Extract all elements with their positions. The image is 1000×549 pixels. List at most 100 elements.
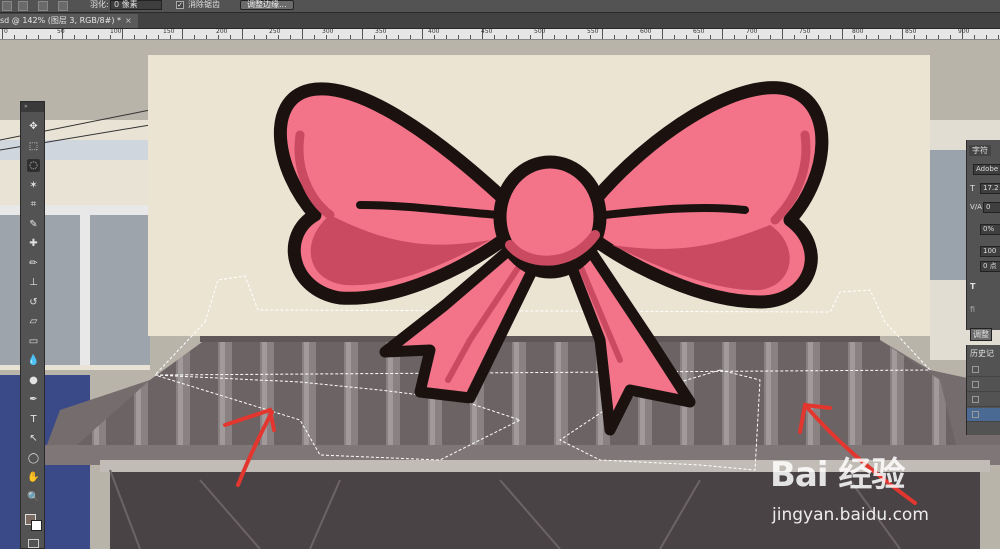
ruler-label: 650 <box>693 29 705 35</box>
ruler-tick <box>794 35 795 39</box>
horizontal-ruler: 0 50 100 150 200 250 300 350 400 450 500 550 600 650 7… <box>0 29 1000 40</box>
ruler-label: 600 <box>640 29 652 35</box>
ruler-tick <box>38 35 39 39</box>
subtract-selection-icon[interactable] <box>38 1 48 11</box>
ruler-tick <box>566 35 567 39</box>
ruler-tick <box>314 35 315 39</box>
history-row-selected[interactable] <box>967 408 1000 422</box>
history-row[interactable] <box>967 378 1000 392</box>
type-icon[interactable]: T <box>27 413 40 426</box>
ruler-tick <box>326 35 327 39</box>
close-tab-icon[interactable]: × <box>125 16 132 25</box>
ruler-tick <box>746 35 747 39</box>
tools-panel: » ✥ ⬚ ◌ ✶ ⌗ ✎ ✚ ✏ ⊥ ↺ ▱ ▭ 💧 ● ✒ T ↖ ◯ ✋ 🔍 <box>20 101 45 549</box>
background-color-swatch[interactable] <box>31 520 42 531</box>
ruler-tick <box>950 35 951 39</box>
tracking-input[interactable]: 0 <box>983 202 1000 213</box>
ruler-label: 550 <box>587 29 599 35</box>
percent-input[interactable]: 0% <box>980 224 1000 235</box>
ruler-tick <box>914 35 915 39</box>
move-icon[interactable]: ✥ <box>27 120 40 133</box>
scale-input[interactable]: 100 <box>980 246 1000 257</box>
ruler-tick <box>218 35 219 39</box>
ruler-tick <box>122 29 123 39</box>
add-selection-icon[interactable] <box>18 1 28 11</box>
ruler-tick <box>782 29 783 39</box>
hand-icon[interactable]: ✋ <box>27 471 40 484</box>
ruler-tick <box>626 35 627 39</box>
font-size-icon: T <box>970 184 975 193</box>
ligature-button[interactable]: fi <box>970 305 975 314</box>
ruler-tick <box>770 35 771 39</box>
faux-bold-button[interactable]: T <box>970 282 975 291</box>
ruler-tick <box>398 35 399 39</box>
lasso-icon[interactable]: ◌ <box>27 159 40 172</box>
tracking-icon: V/A <box>970 203 982 211</box>
ruler-tick <box>494 35 495 39</box>
adjust-button[interactable]: 调整 <box>970 328 992 341</box>
ruler-tick <box>134 35 135 39</box>
ruler-tick <box>50 35 51 39</box>
feather-input[interactable]: 0 像素 <box>110 0 162 10</box>
ruler-tick <box>98 35 99 39</box>
ruler-tick <box>878 35 879 39</box>
history-brush-icon[interactable]: ↺ <box>27 296 40 309</box>
ruler-tick <box>302 29 303 39</box>
eraser-icon[interactable]: ▱ <box>27 315 40 328</box>
font-size-input[interactable]: 17.2 <box>980 183 1000 194</box>
ruler-tick <box>758 35 759 39</box>
eyedropper-icon[interactable]: ✎ <box>27 218 40 231</box>
ruler-tick <box>530 35 531 39</box>
ruler-label: 800 <box>852 29 864 35</box>
tools-panel-header[interactable]: » <box>21 102 44 112</box>
ruler-tick <box>14 35 15 39</box>
quick-mask-icon[interactable] <box>28 539 39 548</box>
ruler-label: 150 <box>163 29 175 35</box>
shape-icon[interactable]: ◯ <box>27 452 40 465</box>
ruler-tick <box>890 35 891 39</box>
pen-icon[interactable]: ✒ <box>27 393 40 406</box>
ruler-tick <box>974 35 975 39</box>
options-bar: 羽化: 0 像素 ✓ 消除锯齿 调整边缘... <box>0 0 1000 13</box>
crop-icon[interactable]: ⌗ <box>27 198 40 211</box>
refine-edge-button[interactable]: 调整边缘... <box>240 0 294 10</box>
new-selection-icon[interactable] <box>2 1 12 11</box>
history-row[interactable] <box>967 393 1000 407</box>
ruler-tick <box>854 35 855 39</box>
healing-brush-icon[interactable]: ✚ <box>27 237 40 250</box>
gradient-icon[interactable]: ▭ <box>27 335 40 348</box>
ruler-tick <box>578 35 579 39</box>
path-select-icon[interactable]: ↖ <box>27 432 40 445</box>
ruler-tick <box>590 35 591 39</box>
marquee-icon[interactable]: ⬚ <box>27 140 40 153</box>
watermark-brand: Bai 经验 <box>770 455 905 495</box>
zoom-icon[interactable]: 🔍 <box>27 491 40 504</box>
ruler-tick <box>734 35 735 39</box>
font-family-input[interactable]: Adobe <box>973 164 1000 175</box>
document-tab[interactable]: sd @ 142% (图层 3, RGB/8#) * × <box>0 14 138 28</box>
character-tab[interactable]: 字符 <box>969 145 991 156</box>
dodge-icon[interactable]: ● <box>27 374 40 387</box>
baseline-input[interactable]: 0 点 <box>980 261 1000 272</box>
ruler-tick <box>662 29 663 39</box>
antialias-checkbox[interactable]: ✓ <box>176 1 184 9</box>
ruler-tick <box>614 35 615 39</box>
ruler-tick <box>146 35 147 39</box>
ruler-tick <box>374 35 375 39</box>
brush-icon[interactable]: ✏ <box>27 257 40 270</box>
ruler-tick <box>926 35 927 39</box>
intersect-selection-icon[interactable] <box>58 1 68 11</box>
ruler-tick <box>674 35 675 39</box>
ruler-tick <box>110 35 111 39</box>
ruler-tick <box>290 35 291 39</box>
ruler-tick <box>554 35 555 39</box>
ruler-tick <box>806 35 807 39</box>
blur-icon[interactable]: 💧 <box>27 354 40 367</box>
clone-stamp-icon[interactable]: ⊥ <box>27 276 40 289</box>
magic-wand-icon[interactable]: ✶ <box>27 179 40 192</box>
ruler-tick <box>902 29 903 39</box>
ruler-label: 200 <box>216 29 228 35</box>
history-row[interactable] <box>967 363 1000 377</box>
ruler-tick <box>638 35 639 39</box>
feather-label: 羽化: <box>90 0 109 9</box>
